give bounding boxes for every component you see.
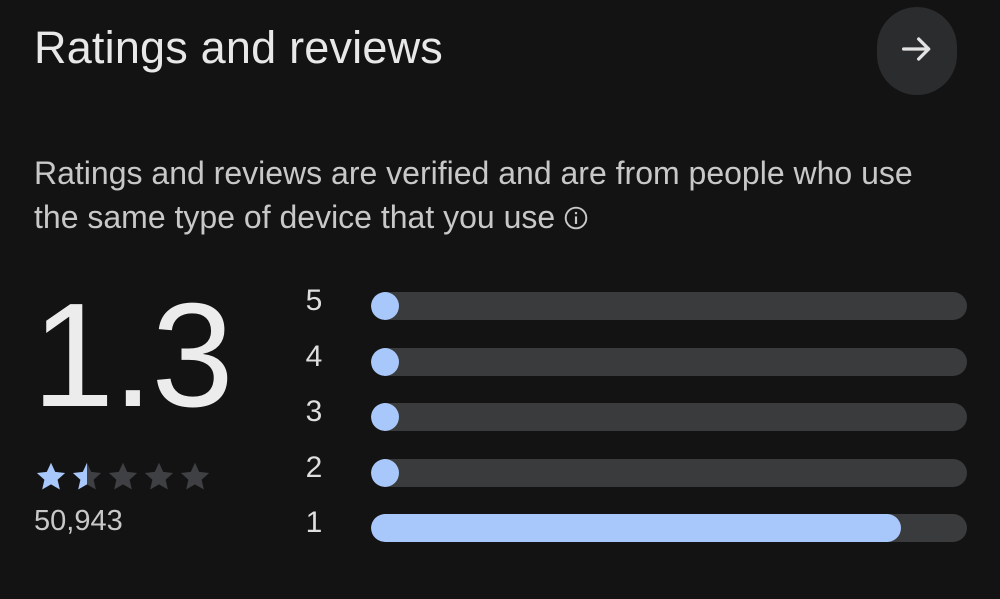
histogram-label: 1 bbox=[305, 506, 323, 539]
star-icon bbox=[36, 462, 66, 490]
info-icon[interactable] bbox=[563, 198, 589, 242]
histogram-label: 2 bbox=[305, 450, 323, 484]
star-icon bbox=[180, 462, 210, 490]
star-icon bbox=[108, 462, 138, 490]
histogram-label: 4 bbox=[305, 339, 323, 373]
histogram-track bbox=[371, 458, 967, 487]
ratings-description-text: Ratings and reviews are verified and are… bbox=[34, 155, 913, 235]
star-icon bbox=[144, 462, 174, 490]
histogram-fill bbox=[371, 514, 902, 542]
histogram-track bbox=[371, 514, 967, 542]
average-rating: 1.3 bbox=[32, 273, 234, 438]
arrow-right-icon bbox=[897, 29, 937, 74]
histogram-row-1: 1 bbox=[290, 502, 970, 542]
section-title: Ratings and reviews bbox=[34, 22, 443, 73]
histogram-fill bbox=[371, 403, 399, 431]
review-count: 50,943 bbox=[34, 505, 123, 537]
see-all-reviews-button[interactable] bbox=[877, 7, 957, 95]
ratings-description: Ratings and reviews are verified and are… bbox=[34, 151, 954, 242]
histogram-track bbox=[371, 292, 967, 320]
histogram-row-5: 5 bbox=[290, 280, 970, 320]
histogram-track bbox=[371, 347, 967, 376]
histogram-label: 3 bbox=[305, 395, 323, 428]
histogram-row-3: 3 bbox=[290, 391, 970, 431]
histogram-track bbox=[371, 403, 967, 431]
histogram-row-2: 2 bbox=[290, 447, 970, 487]
histogram-fill bbox=[371, 292, 399, 320]
histogram-label: 5 bbox=[305, 284, 323, 317]
star-icon bbox=[72, 462, 102, 490]
star-rating bbox=[33, 459, 213, 495]
histogram-fill bbox=[371, 458, 399, 487]
histogram-row-4: 4 bbox=[290, 336, 970, 376]
histogram-fill bbox=[371, 347, 399, 376]
